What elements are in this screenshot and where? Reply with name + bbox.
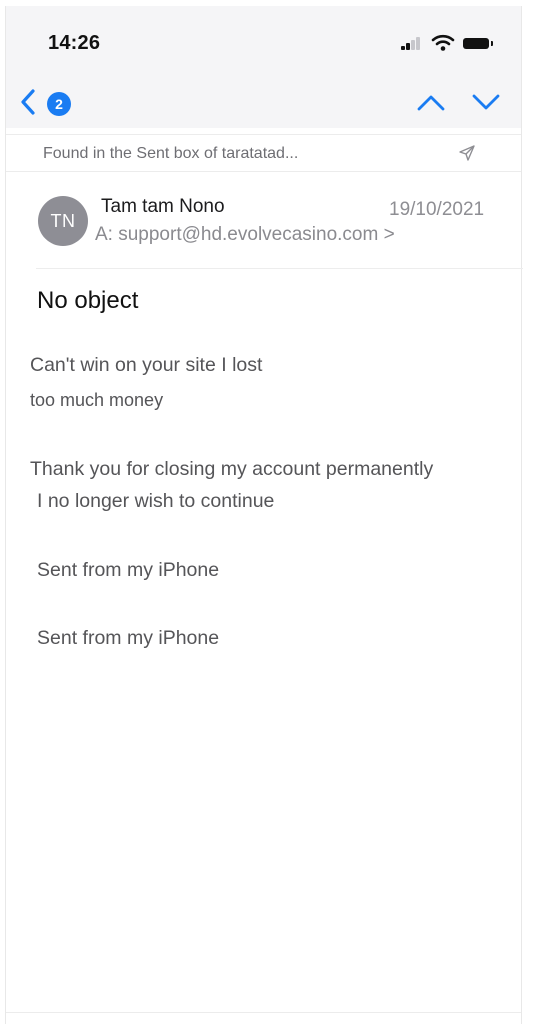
- battery-icon: [463, 38, 493, 49]
- signature-line: Sent from my iPhone: [37, 559, 220, 581]
- paper-plane-icon: [459, 145, 475, 161]
- chevron-down-icon[interactable]: [471, 92, 501, 112]
- recipient-line[interactable]: A: support@hd.evolvecasino.com >: [95, 224, 395, 246]
- signature-line: Sent from my iPhone: [37, 627, 220, 649]
- chevron-left-icon[interactable]: [18, 88, 38, 116]
- mail-screen: 14:26 2 Found in the Sent box of taratat…: [5, 6, 523, 1024]
- found-in-sent-banner[interactable]: Found in the Sent box of taratatad...: [6, 134, 521, 172]
- body-line: Can't win on your site I lost: [30, 354, 263, 376]
- bottom-divider: [6, 1012, 521, 1013]
- avatar[interactable]: TN: [38, 196, 88, 246]
- body-line: too much money: [30, 390, 164, 410]
- status-time: 14:26: [48, 32, 101, 54]
- sender-header[interactable]: TN Tam tam Nono 19/10/2021 A: support@hd…: [6, 176, 521, 268]
- chevron-up-icon[interactable]: [416, 92, 446, 112]
- unread-count-badge[interactable]: 2: [47, 92, 71, 116]
- header-divider: [36, 268, 523, 269]
- message-subject: No object: [37, 287, 139, 314]
- found-in-sent-text: Found in the Sent box of taratatad...: [43, 145, 299, 162]
- top-bar: 14:26 2: [6, 6, 521, 128]
- status-icons: [401, 34, 501, 54]
- wifi-icon: [431, 34, 455, 51]
- body-line: Thank you for closing my account permane…: [30, 458, 434, 480]
- sender-name[interactable]: Tam tam Nono: [101, 196, 225, 218]
- cellular-signal-icon: [401, 36, 423, 50]
- body-line: I no longer wish to continue: [37, 490, 275, 512]
- message-date: 19/10/2021: [389, 199, 485, 220]
